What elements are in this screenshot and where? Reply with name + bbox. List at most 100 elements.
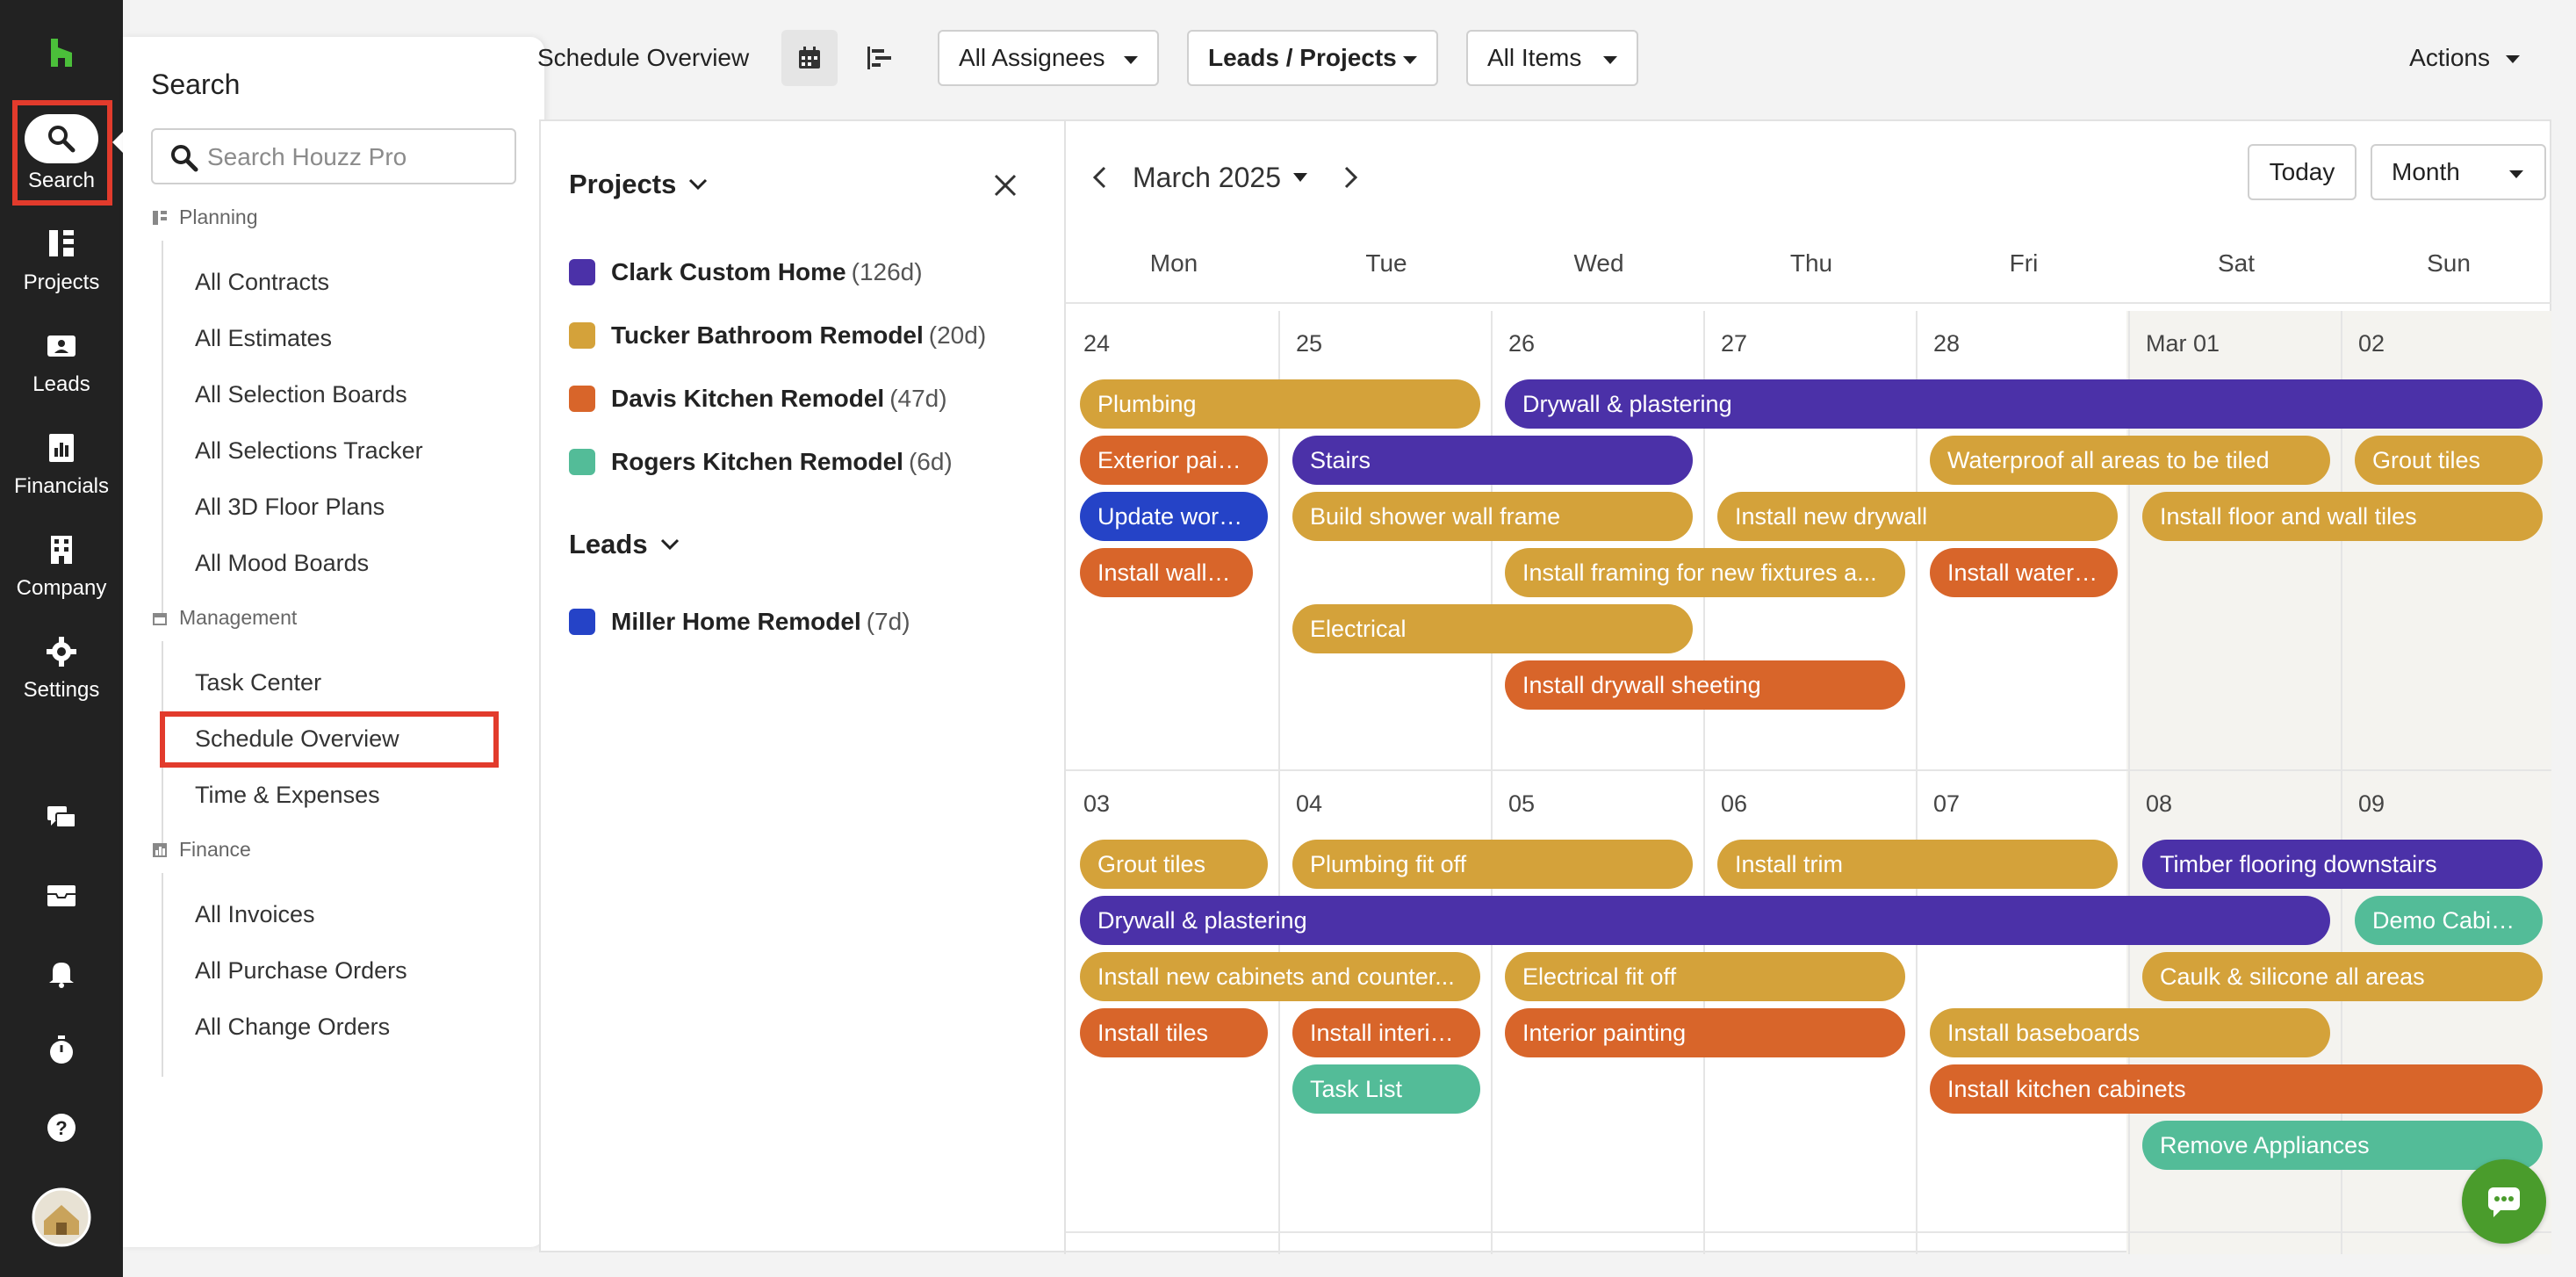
actions-menu-button[interactable]: Actions [2409,44,2520,72]
project-rogers-kitchen-remodel[interactable]: Rogers Kitchen Remodel (6d) [569,448,953,476]
calendar-event[interactable]: Waterproof all areas to be tiled [1930,436,2330,485]
calendar-event[interactable]: Install drywall sheeting [1505,660,1905,710]
day-number[interactable]: 27 [1721,330,1747,357]
chevron-right-icon[interactable] [1337,164,1364,191]
menu-all-contracts[interactable]: All Contracts [195,269,329,296]
calendar-event[interactable]: Update work ... [1080,492,1268,541]
calendar-event[interactable]: Demo Cabine... [2355,896,2543,945]
calendar-event[interactable]: Caulk & silicone all areas [2142,952,2543,1001]
calendar-small-icon [153,612,167,625]
calendar-event[interactable]: Install trim [1717,840,2118,889]
today-button[interactable]: Today [2248,144,2357,200]
houzz-logo-icon[interactable] [44,35,79,70]
day-number[interactable]: 25 [1296,330,1322,357]
day-number[interactable]: 08 [2146,790,2172,818]
day-number[interactable]: 05 [1508,790,1535,818]
calendar-event[interactable]: Timber flooring downstairs [2142,840,2543,889]
menu-all-3d-floor-plans[interactable]: All 3D Floor Plans [195,494,385,521]
calendar-event[interactable]: Install baseboards [1930,1008,2330,1057]
section-heading: Management [179,606,298,629]
calendar-event[interactable]: Stairs [1292,436,1693,485]
leads-toggle[interactable]: Leads [569,529,680,560]
menu-all-selections-tracker[interactable]: All Selections Tracker [195,437,423,465]
messages-icon[interactable] [44,801,79,836]
menu-all-change-orders[interactable]: All Change Orders [195,1014,390,1041]
calendar-event[interactable]: Electrical fit off [1505,952,1905,1001]
calendar-event[interactable]: Install floor and wall tiles [2142,492,2543,541]
calendar-event[interactable]: Remove Appliances [2142,1121,2543,1170]
calendar-event[interactable]: Install interio... [1292,1008,1480,1057]
view-mode-label: Month [2392,158,2460,185]
grid-line [1916,311,1918,1254]
calendar-event[interactable]: Install kitchen cabinets [1930,1064,2543,1114]
calendar-event[interactable]: Install tiles [1080,1008,1268,1057]
assignees-dropdown[interactable]: All Assignees [938,30,1159,86]
calendar-view-button[interactable] [781,30,838,86]
gantt-view-button[interactable] [852,30,908,86]
calendar-event[interactable]: Grout tiles [2355,436,2543,485]
menu-all-selection-boards[interactable]: All Selection Boards [195,381,407,408]
menu-time-expenses[interactable]: Time & Expenses [195,782,380,809]
calendar-event[interactable]: Plumbing fit off [1292,840,1693,889]
menu-all-mood-boards[interactable]: All Mood Boards [195,550,369,577]
weekday-header: Sun [2427,249,2471,277]
menu-all-purchase-orders[interactable]: All Purchase Orders [195,957,407,985]
search-input[interactable] [207,142,506,172]
menu-all-estimates[interactable]: All Estimates [195,325,332,352]
day-number[interactable]: 06 [1721,790,1747,818]
day-number[interactable]: 09 [2358,790,2385,818]
avatar[interactable] [32,1187,91,1247]
lead-miller-home-remodel[interactable]: Miller Home Remodel (7d) [569,608,910,636]
calendar-event[interactable]: Install waterp... [1930,548,2118,597]
timer-icon[interactable] [44,1033,79,1068]
sidebar-item-projects[interactable]: Projects [0,216,123,313]
day-number[interactable]: 04 [1296,790,1322,818]
sidebar-item-financials[interactable]: Financials [0,420,123,516]
sidebar-item-leads[interactable]: Leads [0,318,123,415]
items-dropdown[interactable]: All Items [1466,30,1638,86]
bell-icon[interactable] [44,956,79,991]
project-tucker-bathroom-remodel[interactable]: Tucker Bathroom Remodel (20d) [569,321,986,350]
sidebar-item-company[interactable]: Company [0,522,123,618]
calendar-event[interactable]: Install new drywall [1717,492,2118,541]
sidebar-item-settings[interactable]: Settings [0,624,123,720]
chat-button[interactable] [2462,1159,2546,1244]
calendar-event[interactable]: Build shower wall frame [1292,492,1693,541]
menu-all-invoices[interactable]: All Invoices [195,901,315,928]
month-label[interactable]: March 2025 [1133,162,1281,194]
calendar-event[interactable]: Interior painting [1505,1008,1905,1057]
calendar-event[interactable]: Electrical [1292,604,1693,653]
chevron-down-icon[interactable] [1292,173,1307,182]
calendar-event[interactable]: Install new cabinets and counter... [1080,952,1480,1001]
day-number[interactable]: 28 [1933,330,1960,357]
flyout-title: Search [151,69,241,100]
close-icon[interactable] [992,172,1018,198]
day-number[interactable]: 07 [1933,790,1960,818]
day-number[interactable]: 03 [1083,790,1110,818]
project-duration: (126d) [851,258,923,285]
calendar-event[interactable]: Plumbing [1080,379,1480,429]
calendar-event[interactable]: Drywall & plastering [1080,896,2330,945]
day-number[interactable]: Mar 01 [2146,330,2220,357]
day-number[interactable]: 24 [1083,330,1110,357]
leads-projects-dropdown[interactable]: Leads / Projects [1187,30,1438,86]
projects-toggle[interactable]: Projects [569,169,708,200]
calendar-event[interactable]: Exterior paint... [1080,436,1268,485]
inbox-icon[interactable] [44,878,79,913]
calendar-event[interactable]: Task List [1292,1064,1480,1114]
calendar-event[interactable]: Grout tiles [1080,840,1268,889]
calendar-event[interactable]: Drywall & plastering [1505,379,2543,429]
search-field[interactable] [151,128,516,184]
project-duration: (47d) [889,385,947,412]
calendar-event[interactable]: Install wall an... [1080,548,1254,597]
calendar-event[interactable]: Install framing for new fixtures a... [1505,548,1905,597]
day-number[interactable]: 26 [1508,330,1535,357]
view-mode-dropdown[interactable]: Month [2371,144,2546,200]
project-davis-kitchen-remodel[interactable]: Davis Kitchen Remodel (47d) [569,385,947,413]
day-number[interactable]: 02 [2358,330,2385,357]
menu-task-center[interactable]: Task Center [195,669,321,696]
project-clark-custom-home[interactable]: Clark Custom Home (126d) [569,258,923,286]
help-icon[interactable]: ? [44,1110,79,1145]
section-finance: Finance [151,838,251,862]
chevron-left-icon[interactable] [1087,164,1113,191]
